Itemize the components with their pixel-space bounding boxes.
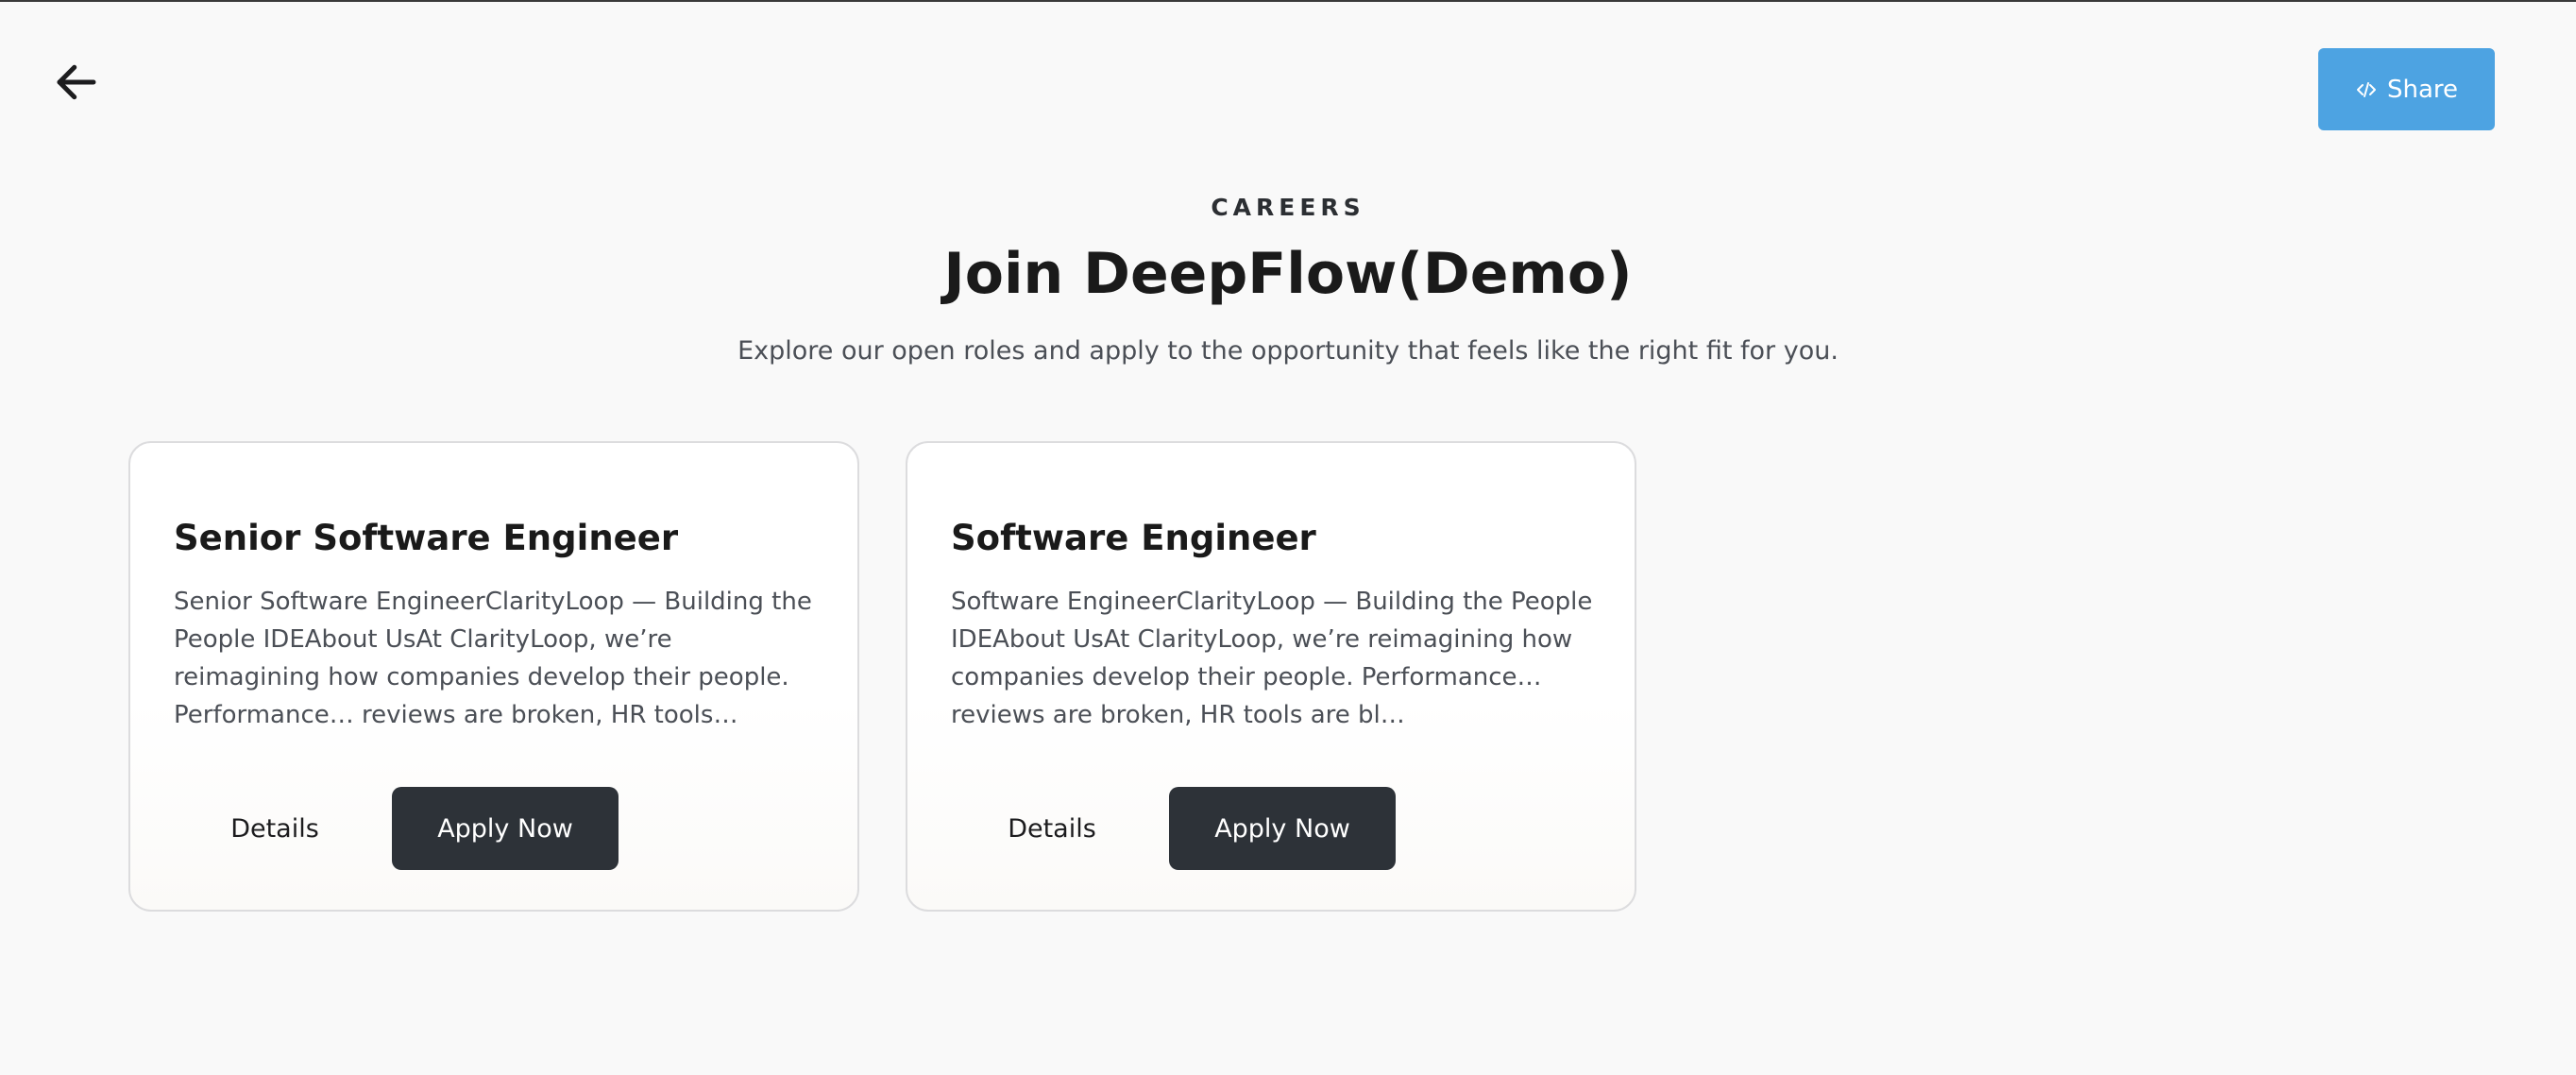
apply-now-button[interactable]: Apply Now [392, 787, 619, 870]
code-icon [2355, 78, 2378, 101]
job-list: Senior Software Engineer Senior Software… [128, 441, 1636, 912]
job-card: Senior Software Engineer Senior Software… [128, 441, 859, 912]
share-label: Share [2386, 75, 2459, 104]
section-eyebrow: CAREERS [1211, 194, 1365, 221]
back-button[interactable] [43, 51, 110, 117]
job-actions: Details Apply Now [951, 787, 1396, 870]
page-subtitle: Explore our open roles and apply to the … [737, 336, 1839, 366]
apply-now-button[interactable]: Apply Now [1169, 787, 1396, 870]
job-card: Software Engineer Software EngineerClari… [906, 441, 1636, 912]
details-button[interactable]: Details [951, 787, 1153, 870]
job-title: Software Engineer [951, 518, 1316, 558]
job-actions: Details Apply Now [174, 787, 619, 870]
page-title: Join DeepFlow(Demo) [943, 241, 1633, 307]
details-button[interactable]: Details [174, 787, 376, 870]
job-description: Senior Software EngineerClarityLoop — Bu… [174, 588, 812, 729]
arrow-left-icon [51, 57, 102, 111]
share-button[interactable]: Share [2318, 48, 2495, 130]
job-title: Senior Software Engineer [174, 518, 679, 558]
page-header: CAREERS Join DeepFlow(Demo) Explore our … [0, 189, 2576, 370]
job-description: Software EngineerClarityLoop — Building … [951, 588, 1593, 729]
